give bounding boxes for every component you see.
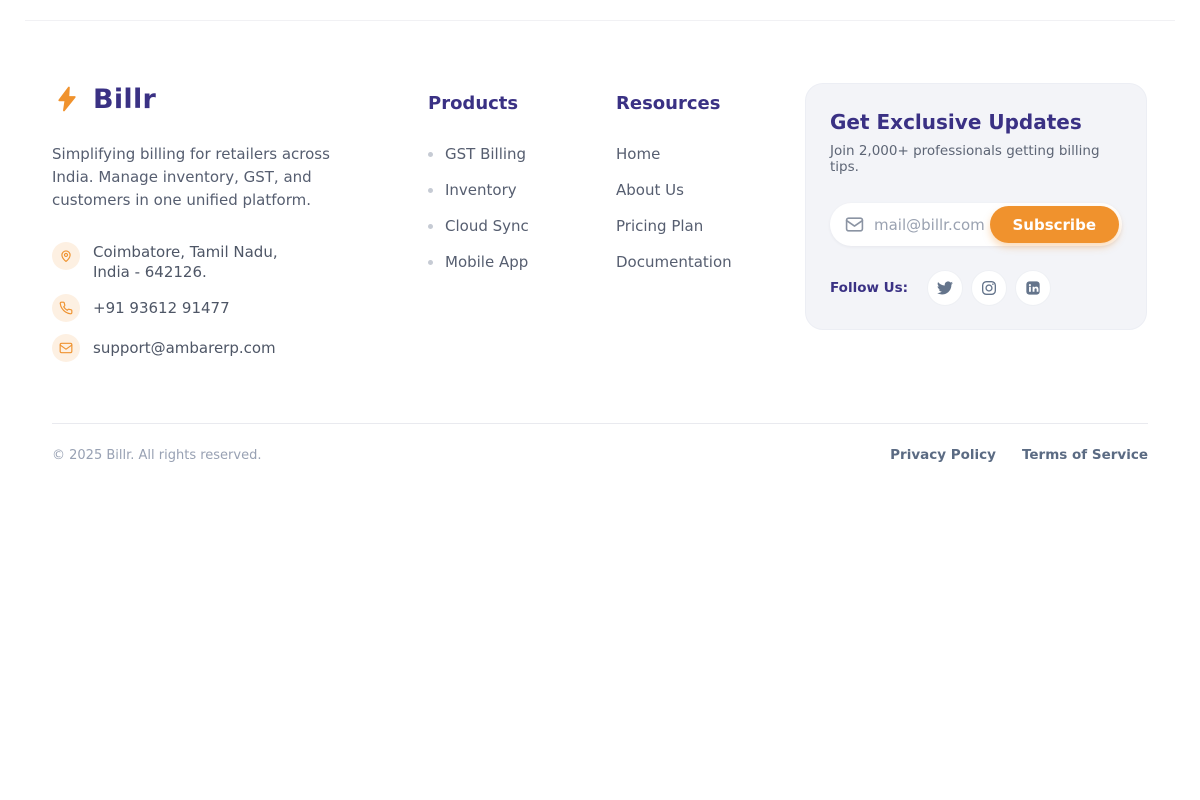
contact-email: support@ambarerp.com (52, 334, 428, 362)
product-link-gst-billing[interactable]: GST Billing (428, 144, 616, 164)
newsletter-subtitle: Join 2,000+ professionals getting billin… (830, 143, 1122, 175)
terms-of-service-link[interactable]: Terms of Service (1022, 447, 1148, 463)
follow-us-label: Follow Us: (830, 280, 908, 296)
newsletter-email-input[interactable] (874, 216, 1004, 234)
resource-link-label: Documentation (616, 253, 732, 271)
contact-list: Coimbatore, Tamil Nadu, India - 642126. … (52, 242, 428, 362)
resource-link-label: Home (616, 145, 660, 163)
newsletter-column: Get Exclusive Updates Join 2,000+ profes… (805, 83, 1147, 362)
address-line-1: Coimbatore, Tamil Nadu, (93, 242, 278, 262)
resources-title: Resources (616, 93, 805, 114)
follow-us-row: Follow Us: (830, 270, 1122, 306)
footer: Billr Simplifying billing for retailers … (0, 21, 1200, 362)
phone-icon (52, 294, 80, 322)
instagram-icon (981, 280, 997, 296)
address-line-2: India - 642126. (93, 262, 278, 282)
brand-tagline: Simplifying billing for retailers across… (52, 143, 372, 212)
copyright-text: © 2025 Billr. All rights reserved. (52, 448, 261, 463)
linkedin-button[interactable] (1015, 270, 1051, 306)
email-link[interactable]: support@ambarerp.com (93, 339, 276, 357)
location-pin-icon (52, 242, 80, 270)
mail-icon (845, 215, 864, 234)
product-link-label: Inventory (445, 181, 517, 199)
bullet-dot (428, 188, 433, 193)
product-link-label: GST Billing (445, 145, 526, 163)
resources-links: Home About Us Pricing Plan Documentation (616, 144, 805, 272)
product-link-cloud-sync[interactable]: Cloud Sync (428, 216, 616, 236)
resources-column: Resources Home About Us Pricing Plan Doc… (616, 83, 805, 362)
resource-link-home[interactable]: Home (616, 144, 805, 164)
legal-links: Privacy Policy Terms of Service (890, 447, 1148, 463)
product-link-label: Cloud Sync (445, 217, 529, 235)
brand-logo[interactable]: Billr (52, 83, 428, 115)
product-link-inventory[interactable]: Inventory (428, 180, 616, 200)
resource-link-label: Pricing Plan (616, 217, 703, 235)
resource-link-label: About Us (616, 181, 684, 199)
bolt-icon (52, 83, 82, 115)
product-link-mobile-app[interactable]: Mobile App (428, 252, 616, 272)
twitter-button[interactable] (927, 270, 963, 306)
bullet-dot (428, 224, 433, 229)
contact-address: Coimbatore, Tamil Nadu, India - 642126. (52, 242, 428, 282)
phone-link[interactable]: +91 93612 91477 (93, 299, 230, 317)
newsletter-title: Get Exclusive Updates (830, 110, 1122, 134)
linkedin-icon (1025, 280, 1041, 296)
resource-link-documentation[interactable]: Documentation (616, 252, 805, 272)
brand-column: Billr Simplifying billing for retailers … (52, 83, 428, 362)
resource-link-pricing-plan[interactable]: Pricing Plan (616, 216, 805, 236)
bottom-bar: © 2025 Billr. All rights reserved. Priva… (0, 447, 1200, 463)
subscribe-button[interactable]: Subscribe (990, 206, 1120, 243)
products-column: Products GST Billing Inventory Cloud Syn… (428, 83, 616, 362)
instagram-button[interactable] (971, 270, 1007, 306)
products-title: Products (428, 93, 616, 114)
newsletter-card: Get Exclusive Updates Join 2,000+ profes… (805, 83, 1147, 330)
resource-link-about-us[interactable]: About Us (616, 180, 805, 200)
bottom-divider (52, 423, 1148, 424)
newsletter-form: Subscribe (830, 203, 1122, 246)
mail-icon (52, 334, 80, 362)
product-link-label: Mobile App (445, 253, 528, 271)
brand-name: Billr (93, 84, 156, 115)
products-links: GST Billing Inventory Cloud Sync Mobile … (428, 144, 616, 272)
bullet-dot (428, 260, 433, 265)
bullet-dot (428, 152, 433, 157)
privacy-policy-link[interactable]: Privacy Policy (890, 447, 996, 463)
contact-phone: +91 93612 91477 (52, 294, 428, 322)
twitter-icon (937, 280, 953, 296)
